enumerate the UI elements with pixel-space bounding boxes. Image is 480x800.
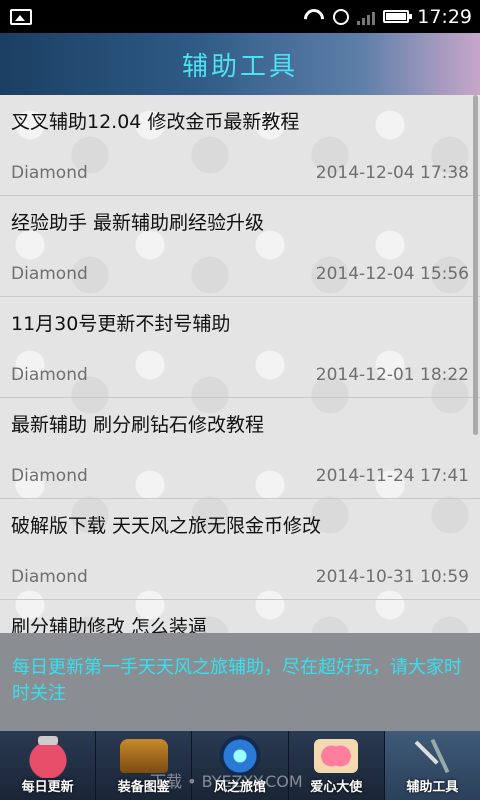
item-title: 刷分辅助修改 怎么装逼: [11, 616, 208, 633]
status-time: 17:29: [417, 5, 472, 28]
list-item[interactable]: 11月30号更新不封号辅助 Diamond 2014-12-01 18:22: [0, 297, 480, 398]
banner-text: 每日更新第一手天天风之旅辅助，尽在超好玩，请大家时时关注: [12, 657, 462, 704]
list-scrollbar[interactable]: [473, 95, 478, 435]
signal-icon: [357, 9, 376, 25]
nav-label: 爱心大使: [310, 780, 363, 795]
nav-item-daily-update[interactable]: 每日更新: [0, 731, 97, 800]
article-list[interactable]: 叉叉辅助12.04 修改金币最新教程 Diamond 2014-12-04 17…: [0, 95, 480, 633]
nav-item-ambassador[interactable]: 爱心大使: [289, 731, 385, 800]
battery-icon: [383, 10, 413, 23]
app-header: 辅助工具: [0, 33, 480, 95]
item-author: Diamond: [11, 365, 88, 385]
item-title: 经验助手 最新辅助刷经验升级: [11, 212, 265, 234]
sim-icon: [333, 8, 350, 25]
status-bar: 17:29: [0, 0, 480, 33]
item-date: 2014-12-01 18:22: [315, 365, 469, 385]
tools-icon: [408, 734, 456, 778]
list-item[interactable]: 刷分辅助修改 怎么装逼: [0, 600, 480, 633]
item-date: 2014-11-24 17:41: [315, 466, 469, 486]
page-title: 辅助工具: [181, 51, 298, 82]
item-title: 叉叉辅助12.04 修改金币最新教程: [11, 111, 300, 133]
nav-label: 辅助工具: [406, 780, 459, 795]
item-date: 2014-12-04 17:38: [315, 163, 469, 183]
item-author: Diamond: [11, 264, 88, 284]
item-author: Diamond: [11, 466, 88, 486]
list-item[interactable]: 叉叉辅助12.04 修改金币最新教程 Diamond 2014-12-04 17…: [0, 95, 480, 196]
item-title: 最新辅助 刷分刷钻石修改教程: [11, 414, 265, 436]
notice-banner: 每日更新第一手天天风之旅辅助，尽在超好玩，请大家时时关注: [0, 633, 480, 731]
heart-icon: [314, 739, 359, 773]
item-date: 2014-10-31 10:59: [315, 567, 469, 587]
nav-item-tools[interactable]: 辅助工具: [384, 731, 480, 800]
wifi-icon: [303, 9, 325, 25]
image-icon: [10, 8, 32, 25]
nav-label: 每日更新: [21, 780, 74, 795]
jar-icon: [23, 734, 72, 778]
watermark: 下载 • BYEZXY.COM: [150, 772, 303, 791]
item-date: 2014-12-04 15:56: [315, 264, 469, 284]
item-author: Diamond: [11, 567, 88, 587]
list-item[interactable]: 经验助手 最新辅助刷经验升级 Diamond 2014-12-04 15:56: [0, 196, 480, 297]
list-item[interactable]: 破解版下载 天天风之旅无限金币修改 Diamond 2014-10-31 10:…: [0, 499, 480, 600]
item-title: 11月30号更新不封号辅助: [11, 313, 231, 335]
item-author: Diamond: [11, 163, 88, 183]
list-item[interactable]: 最新辅助 刷分刷钻石修改教程 Diamond 2014-11-24 17:41: [0, 398, 480, 499]
item-title: 破解版下载 天天风之旅无限金币修改: [11, 515, 322, 537]
